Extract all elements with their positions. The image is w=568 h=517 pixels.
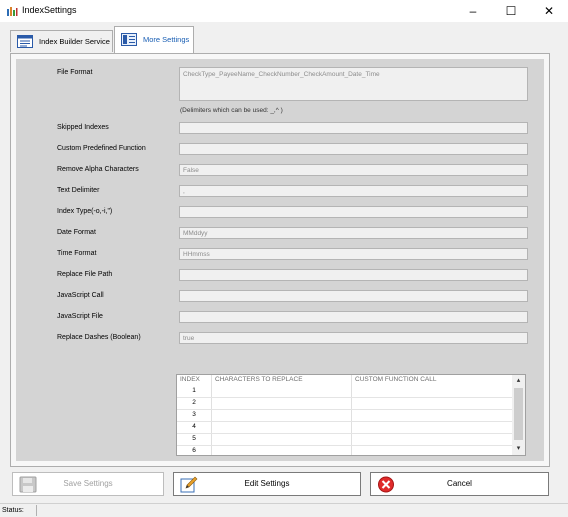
javascript-file-field[interactable] [179, 311, 528, 323]
column-header-characters-to-replace[interactable]: CHARACTERS TO REPLACE [215, 375, 303, 385]
javascript-call-label: JavaScript Call [57, 292, 104, 299]
text-delimiter-label: Text Delimiter [57, 187, 100, 194]
replace-file-path-field[interactable] [179, 269, 528, 281]
edit-pencil-icon [180, 476, 198, 493]
row-index-cell: 6 [192, 447, 196, 454]
cancel-x-icon [378, 476, 394, 493]
save-settings-label: Save Settings [63, 479, 113, 488]
more-settings-panel: File Format CheckType_PayeeName_CheckNum… [10, 53, 550, 467]
row-index-cell: 4 [192, 423, 196, 430]
status-separator [36, 505, 37, 516]
character-replace-grid[interactable]: INDEX CHARACTERS TO REPLACE CUSTOM FUNCT… [176, 374, 526, 456]
file-format-field[interactable]: CheckType_PayeeName_CheckNumber_CheckAmo… [179, 67, 528, 101]
settings-form-icon [121, 33, 137, 46]
grid-scrollbar[interactable]: ▴ ▾ [512, 375, 525, 455]
scroll-up-icon[interactable]: ▴ [512, 375, 525, 387]
row-index-cell: 3 [192, 411, 196, 418]
cancel-button[interactable]: Cancel [370, 472, 549, 496]
custom-predefined-function-field[interactable] [179, 143, 528, 155]
window-title: IndexSettings [22, 5, 77, 15]
remove-alpha-characters-field[interactable]: False [179, 164, 528, 176]
title-bar: IndexSettings – ☐ ✕ [0, 0, 568, 22]
index-type-field[interactable] [179, 206, 528, 218]
text-delimiter-field[interactable]: , [179, 185, 528, 197]
date-format-label: Date Format [57, 229, 96, 236]
replace-dashes-field[interactable]: true [179, 332, 528, 344]
index-type-label: Index Type(-o,-i,") [57, 208, 113, 215]
date-format-field[interactable]: MMddyy [179, 227, 528, 239]
row-index-cell: 1 [192, 387, 196, 394]
skipped-indexes-label: Skipped Indexes [57, 124, 109, 131]
row-index-cell: 5 [192, 435, 196, 442]
scrollbar-thumb[interactable] [514, 388, 523, 440]
delimiters-hint: (Delimiters which can be used: _,^ ) [180, 107, 283, 114]
cancel-label: Cancel [447, 479, 472, 488]
status-label: Status: [2, 507, 24, 514]
replace-file-path-label: Replace File Path [57, 271, 113, 278]
edit-settings-button[interactable]: Edit Settings [173, 472, 361, 496]
column-header-custom-function-call[interactable]: CUSTOM FUNCTION CALL [355, 375, 437, 385]
javascript-file-label: JavaScript File [57, 313, 103, 320]
edit-settings-label: Edit Settings [244, 479, 290, 488]
close-window-button[interactable]: ✕ [530, 0, 568, 22]
tab-index-builder-service[interactable]: Index Builder Service [10, 30, 113, 52]
maximize-button[interactable]: ☐ [492, 0, 530, 22]
table-row[interactable]: 6 [177, 445, 515, 455]
time-format-field[interactable]: HHmmss [179, 248, 528, 260]
floppy-disk-icon [19, 476, 37, 493]
tab-label: More Settings [143, 35, 190, 44]
save-settings-button[interactable]: Save Settings [12, 472, 164, 496]
app-icon [7, 7, 18, 16]
tab-more-settings[interactable]: More Settings [114, 26, 194, 54]
skipped-indexes-field[interactable] [179, 122, 528, 134]
list-table-icon [17, 35, 33, 48]
file-format-label: File Format [57, 69, 93, 76]
remove-alpha-characters-label: Remove Alpha Characters [57, 166, 139, 173]
scroll-down-icon[interactable]: ▾ [512, 443, 525, 455]
status-bar: Status: [0, 503, 568, 517]
settings-form: File Format CheckType_PayeeName_CheckNum… [16, 59, 544, 461]
replace-dashes-label: Replace Dashes (Boolean) [57, 334, 141, 341]
minimize-button[interactable]: – [454, 0, 492, 22]
custom-predefined-function-label: Custom Predefined Function [57, 145, 146, 152]
row-index-cell: 2 [192, 399, 196, 406]
javascript-call-field[interactable] [179, 290, 528, 302]
time-format-label: Time Format [57, 250, 97, 257]
tab-label: Index Builder Service [39, 37, 110, 46]
column-header-index[interactable]: INDEX [180, 375, 200, 385]
